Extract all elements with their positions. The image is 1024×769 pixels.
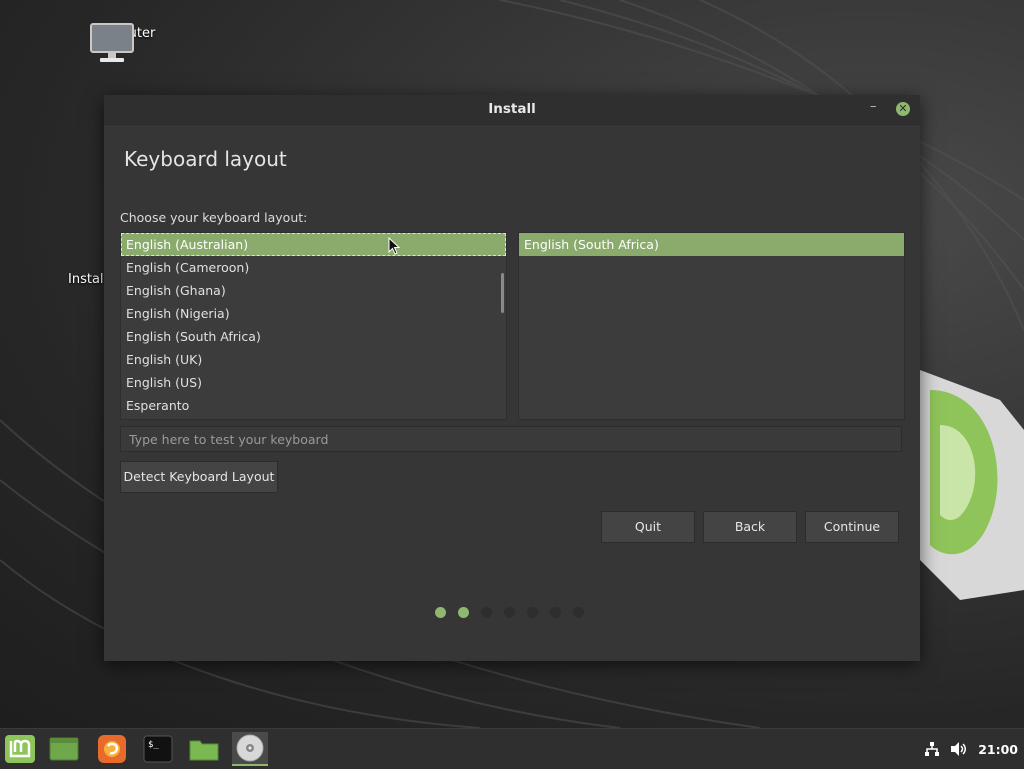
continue-button[interactable]: Continue [805, 511, 899, 543]
installer-disc-icon [236, 734, 264, 762]
progress-dots [435, 607, 584, 618]
keyboard-layout-list[interactable]: English (Australian) English (Cameroon) … [120, 232, 507, 420]
desktop-icon-computer[interactable]: Computer [88, 22, 158, 62]
installer-button[interactable] [232, 732, 268, 766]
mint-menu-icon [5, 735, 35, 763]
show-desktop-button[interactable] [46, 732, 82, 766]
layout-prompt: Choose your keyboard layout: [120, 210, 308, 225]
computer-icon [90, 23, 134, 62]
quit-button[interactable]: Quit [601, 511, 695, 543]
keyboard-test-input[interactable] [120, 426, 902, 452]
show-desktop-icon [49, 737, 79, 761]
mouse-cursor-icon [388, 237, 400, 255]
progress-dot [550, 607, 561, 618]
files-folder-icon [189, 740, 219, 761]
page-title: Keyboard layout [124, 147, 287, 171]
layout-item[interactable]: English (South Africa) [121, 325, 506, 348]
detect-keyboard-layout-button[interactable]: Detect Keyboard Layout [120, 461, 278, 493]
close-button[interactable]: ✕ [896, 102, 910, 116]
layout-list-scrollbar[interactable] [501, 273, 504, 313]
progress-dot [573, 607, 584, 618]
layout-item[interactable]: English (UK) [121, 348, 506, 371]
layout-item[interactable]: English (US) [121, 371, 506, 394]
terminal-icon: $_ [143, 735, 173, 763]
back-button[interactable]: Back [703, 511, 797, 543]
install-window: Install – ✕ Keyboard layout Choose your … [104, 95, 920, 661]
mint-menu-button[interactable] [2, 732, 38, 766]
clock[interactable]: 21:00 [978, 742, 1018, 757]
window-title: Install [488, 101, 536, 117]
window-titlebar[interactable]: Install – ✕ [104, 95, 920, 125]
progress-dot [527, 607, 538, 618]
terminal-button[interactable]: $_ [140, 732, 176, 766]
system-tray: 21:00 [924, 729, 1018, 769]
progress-dot [435, 607, 446, 618]
network-icon[interactable] [924, 741, 940, 757]
minimize-button[interactable]: – [870, 100, 882, 116]
files-button[interactable] [186, 732, 222, 766]
layout-item[interactable]: English (Nigeria) [121, 302, 506, 325]
desktop-icon-install[interactable]: Instal [68, 226, 108, 287]
taskbar: $_ 21:00 [0, 728, 1024, 769]
variant-item[interactable]: English (South Africa) [519, 233, 904, 256]
svg-text:$_: $_ [148, 740, 159, 750]
layout-item[interactable]: English (Ghana) [121, 279, 506, 302]
firefox-icon [98, 735, 126, 763]
progress-dot [481, 607, 492, 618]
firefox-button[interactable] [94, 732, 130, 766]
volume-icon[interactable] [950, 741, 968, 757]
progress-dot [504, 607, 515, 618]
layout-item[interactable]: English (Cameroon) [121, 256, 506, 279]
layout-item[interactable]: English (Australian) [121, 233, 506, 256]
keyboard-variant-list[interactable]: English (South Africa) [518, 232, 905, 420]
desktop-icon-label: Instal [68, 272, 104, 287]
progress-dot [458, 607, 469, 618]
layout-item[interactable]: Esperanto [121, 394, 506, 417]
